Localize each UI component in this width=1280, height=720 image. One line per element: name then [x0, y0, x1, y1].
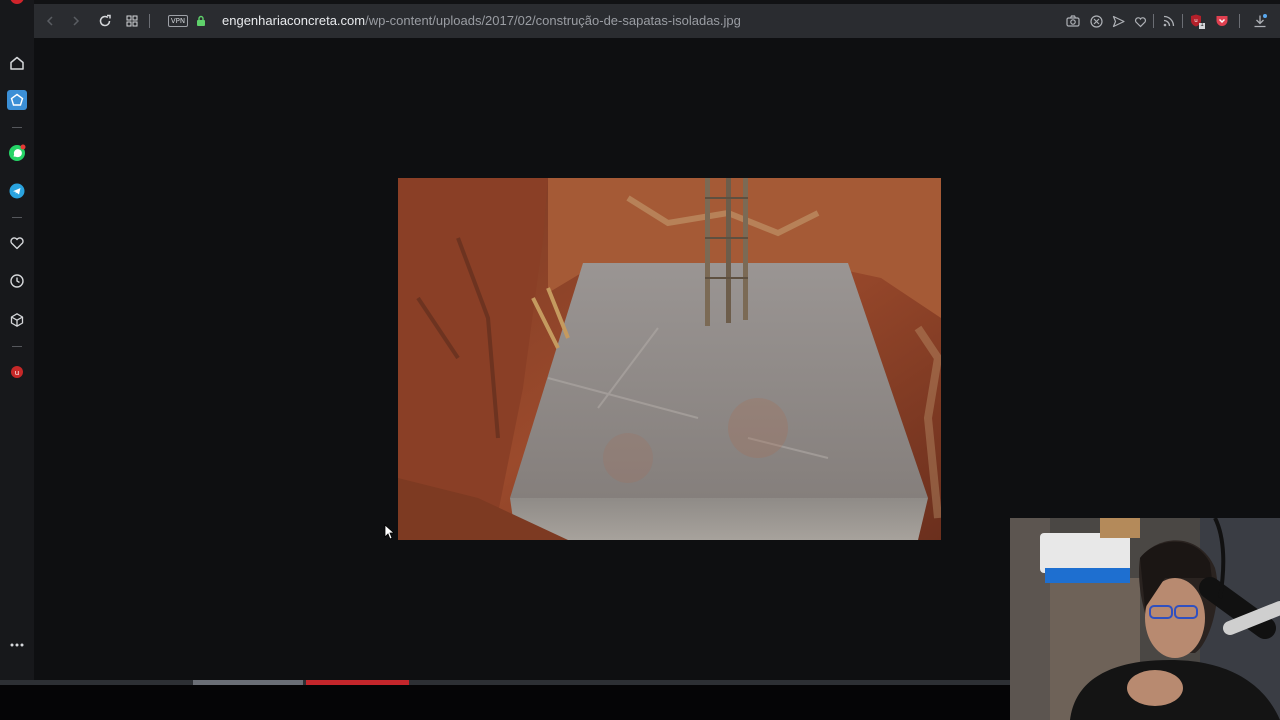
more-icon[interactable]: [7, 635, 27, 655]
bookmarks-icon[interactable]: [7, 90, 27, 110]
url-host: engenhariaconcreta.com: [222, 13, 366, 28]
sidebar-divider: [12, 127, 22, 128]
url-path: /wp-content/uploads/2017/02/construção-d…: [365, 13, 741, 28]
mouse-cursor-icon: [384, 524, 396, 545]
sidebar-divider: [12, 217, 22, 218]
url-text[interactable]: engenhariaconcreta.com/wp-content/upload…: [222, 13, 741, 29]
lock-icon[interactable]: [193, 13, 209, 29]
send-icon[interactable]: [1110, 13, 1126, 29]
tabs-grid-icon[interactable]: [124, 13, 140, 29]
ext-badge-count: 1: [1200, 22, 1204, 28]
cube-icon[interactable]: [7, 310, 27, 330]
telegram-icon[interactable]: [7, 181, 27, 201]
heart-bookmark-icon[interactable]: [1132, 13, 1148, 29]
opera-logo-icon[interactable]: [10, 0, 24, 4]
rss-icon[interactable]: [1161, 13, 1177, 29]
reload-icon[interactable]: [97, 13, 113, 29]
toolbar-divider: [1182, 14, 1183, 28]
home-icon[interactable]: [7, 53, 27, 73]
pocket-icon[interactable]: [1214, 13, 1230, 29]
adblock-icon[interactable]: [1088, 13, 1104, 29]
address-bar: VPN engenhariaconcreta.com/wp-content/up…: [34, 4, 1280, 38]
heart-icon[interactable]: [7, 233, 27, 253]
history-icon[interactable]: [7, 271, 27, 291]
vpn-badge[interactable]: VPN: [168, 15, 188, 27]
svg-text:u: u: [15, 369, 19, 377]
back-icon[interactable]: [42, 13, 58, 29]
sidebar-divider: [12, 346, 22, 347]
whatsapp-icon[interactable]: [7, 143, 27, 163]
extension-icon[interactable]: u: [7, 362, 27, 382]
webcam-overlay: [1010, 518, 1280, 720]
svg-text:u: u: [1194, 18, 1198, 24]
toolbar-divider: [1239, 14, 1240, 28]
download-icon[interactable]: [1252, 13, 1268, 29]
camera-icon[interactable]: [1065, 13, 1081, 29]
footing-construction-photo: [398, 178, 941, 540]
forward-icon[interactable]: [68, 13, 84, 29]
toolbar-divider: [149, 14, 150, 28]
sidebar: u: [0, 0, 34, 680]
toolbar-divider: [1153, 14, 1154, 28]
ublock-icon[interactable]: u 1: [1189, 13, 1205, 29]
